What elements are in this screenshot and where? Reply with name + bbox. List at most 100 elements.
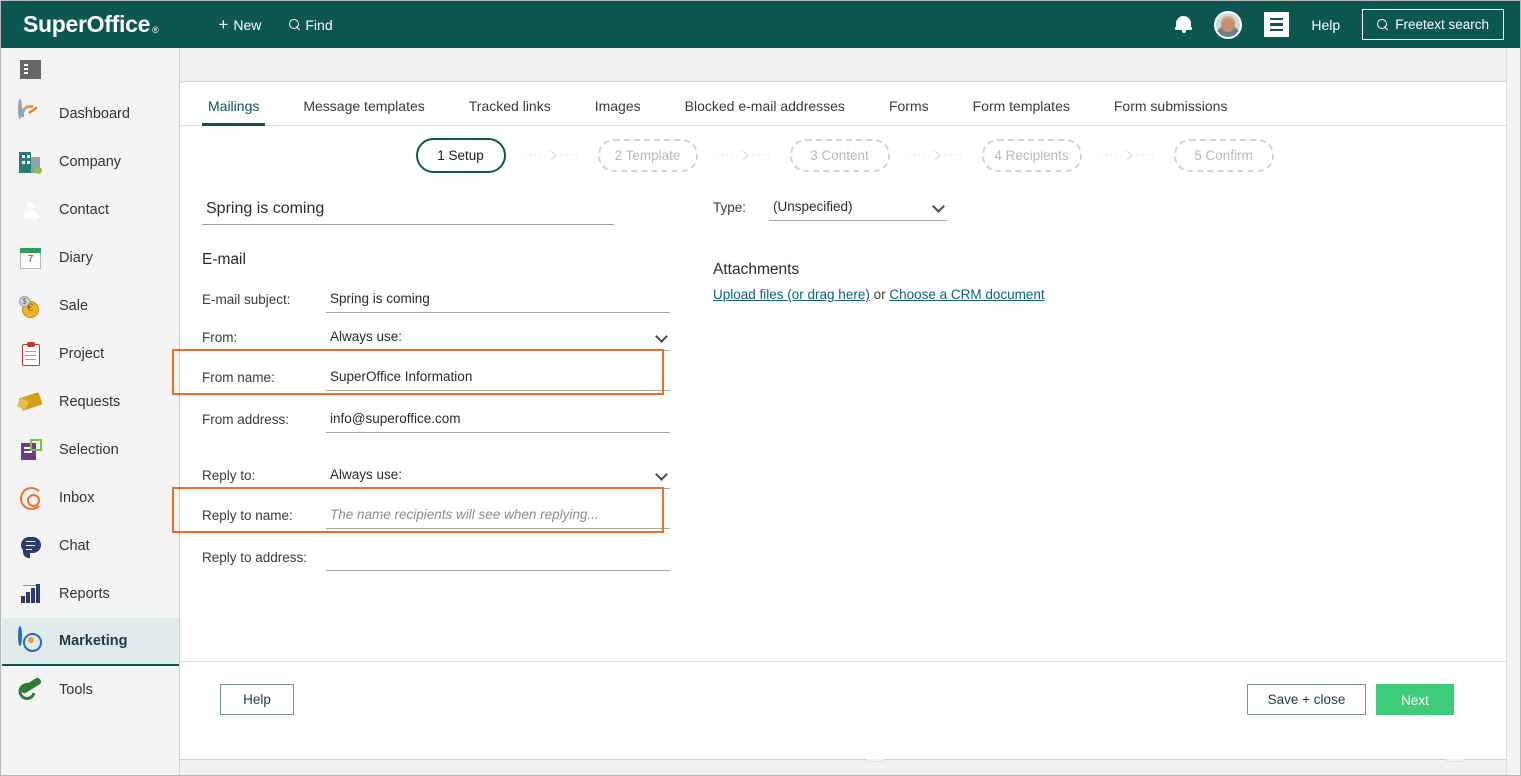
menu-list-icon[interactable] [1264,12,1290,37]
wrench-icon [18,676,45,704]
tab-form-templates[interactable]: Form templates [951,98,1092,125]
contact-icon [18,197,45,224]
top-nav: + New Find [218,16,332,33]
mailing-name-input[interactable] [202,196,614,225]
email-subject-label: E-mail subject: [202,292,291,307]
help-button[interactable]: Help [220,684,294,715]
tab-mailings[interactable]: Mailings [186,98,281,126]
sidebar-item-chat[interactable]: Chat [2,522,179,570]
email-subject-input[interactable] [326,288,670,313]
wizard-step-recipients[interactable]: 4 Recipients [981,138,1082,172]
sidebar-item-contact[interactable]: Contact [2,186,179,234]
dashboard-icon [18,98,45,128]
chat-bubble-icon [18,533,45,560]
next-button[interactable]: Next [1376,684,1454,715]
wizard-step-confirm[interactable]: 5 Confirm [1173,138,1274,172]
sidebar-item-label: Selection [59,442,119,458]
from-row: From: [202,313,872,351]
from-address-input[interactable] [326,408,670,433]
tab-form-submissions[interactable]: Form submissions [1092,98,1250,125]
sidebar-item-project[interactable]: Project [2,330,179,378]
type-row: Type: [713,196,1373,221]
find-button-label: Find [305,16,333,33]
upload-files-link[interactable]: Upload files (or drag here) [713,287,870,302]
new-button[interactable]: + New [218,16,261,33]
superoffice-logo[interactable]: SuperOffice ® [23,11,159,38]
sidebar-item-label: Reports [59,586,110,602]
registered-mark: ® [152,25,159,35]
step-separator: ···· ···· [523,149,580,161]
at-sign-icon [18,485,45,512]
footer-action-bar: Help Save + close Next [180,661,1509,759]
from-select[interactable] [326,326,670,351]
freetext-search-label: Freetext search [1395,17,1489,32]
page-scrollbar[interactable] [1506,48,1519,775]
sidebar-item-label: Contact [59,202,109,218]
panel-collapse-icon[interactable] [20,59,41,79]
tab-message-templates[interactable]: Message templates [281,98,446,125]
reply-to-address-label: Reply to address: [202,550,308,565]
sidebar-item-marketing[interactable]: Marketing [2,618,179,666]
sidebar-item-label: Company [59,154,122,170]
sidebar-item-label: Requests [59,394,121,410]
calendar-icon: 7 [18,245,45,272]
step-separator: ···· ···· [715,149,772,161]
tab-tracked-links[interactable]: Tracked links [447,98,573,125]
application-window: SuperOffice ® + New Find Help Freetext s… [0,0,1521,776]
sidebar-item-label: Inbox [59,490,95,506]
ticket-icon [18,389,45,416]
wizard-step-template[interactable]: 2 Template [597,138,698,172]
find-button[interactable]: Find [289,16,333,33]
sale-coin-icon: $ [18,293,45,320]
step-separator: ···· ···· [907,149,964,161]
attachments-links: Upload files (or drag here) or Choose a … [713,287,1373,302]
choose-crm-document-link[interactable]: Choose a CRM document [889,287,1044,302]
from-label: From: [202,330,238,345]
company-icon [18,149,45,176]
top-header-bar: SuperOffice ® + New Find Help Freetext s… [1,1,1520,48]
sidebar-item-label: Diary [59,250,93,266]
tab-images[interactable]: Images [573,98,663,125]
wizard-step-content[interactable]: 3 Content [789,138,890,172]
sidebar-item-inbox[interactable]: Inbox [2,474,179,522]
sidebar-item-dashboard[interactable]: Dashboard [2,90,179,138]
tab-forms[interactable]: Forms [867,98,951,125]
wizard-step-setup[interactable]: 1 Setup [415,137,506,173]
sidebar-item-label: Marketing [59,633,128,649]
sidebar-item-label: Tools [59,682,93,698]
help-link[interactable]: Help [1311,17,1340,33]
notification-bell-icon[interactable] [1175,15,1193,34]
sidebar-collapse-row [2,48,179,90]
step-separator: ···· ···· [1099,149,1156,161]
sidebar-item-company[interactable]: Company [2,138,179,186]
bar-chart-icon [18,581,45,608]
plus-icon: + [218,15,229,34]
user-avatar[interactable] [1214,10,1243,39]
reply-to-select[interactable] [326,464,670,489]
sidebar-item-label: Chat [59,538,90,554]
sidebar-item-diary[interactable]: 7 Diary [2,234,179,282]
freetext-search-button[interactable]: Freetext search [1362,9,1504,40]
wizard-step-indicator: 1 Setup ···· ···· 2 Template ···· ···· 3 C… [180,126,1509,184]
tab-blocked-email-addresses[interactable]: Blocked e-mail addresses [663,98,867,125]
type-label: Type: [713,200,747,215]
sidebar-item-label: Project [59,346,105,362]
main-content-card: Mailings Message templates Tracked links… [172,81,1510,762]
selection-icon [18,437,45,464]
from-name-label: From name: [202,370,275,385]
type-select[interactable] [769,196,947,221]
sidebar-item-reports[interactable]: Reports [2,570,179,618]
from-name-row: From name: [172,349,872,395]
clipboard-icon [18,341,45,368]
save-and-close-button[interactable]: Save + close [1247,684,1366,715]
reply-to-name-input[interactable] [326,504,670,529]
sidebar-item-requests[interactable]: Requests [2,378,179,426]
search-icon [289,19,300,30]
sidebar-item-sale[interactable]: $ Sale [2,282,179,330]
reply-to-address-input[interactable] [326,546,670,571]
search-icon [1377,19,1388,30]
sidebar-item-selection[interactable]: Selection [2,426,179,474]
reply-to-name-label: Reply to name: [202,508,293,523]
from-name-input[interactable] [326,366,670,391]
sidebar-item-tools[interactable]: Tools [2,666,179,714]
